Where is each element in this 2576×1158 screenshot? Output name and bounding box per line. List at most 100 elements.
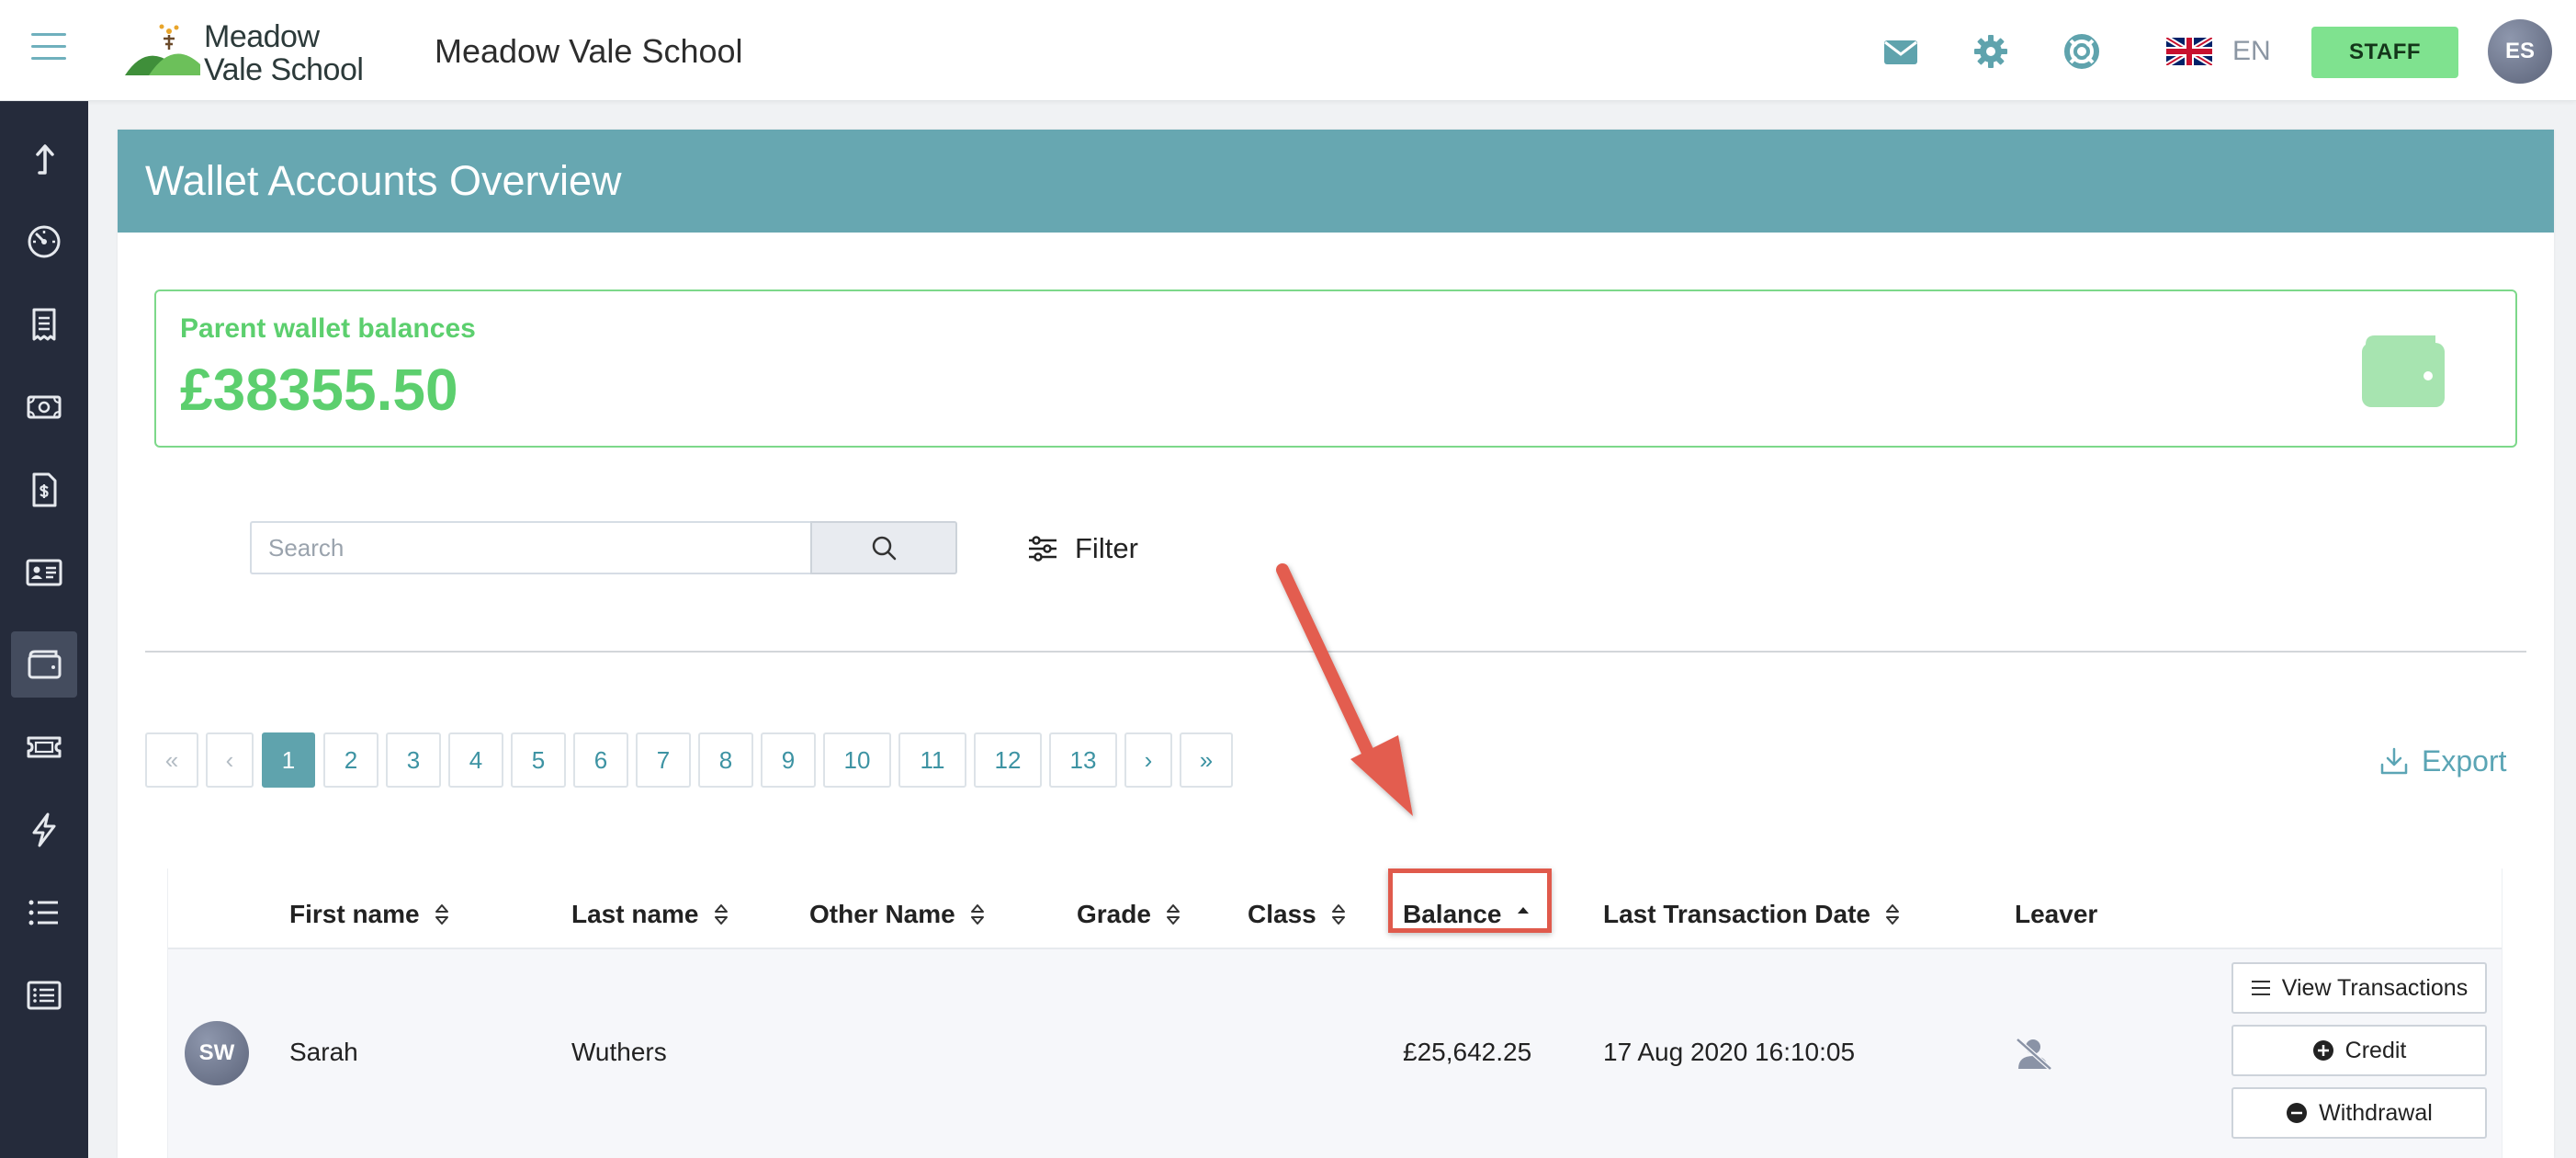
wallet-icon: [28, 650, 62, 679]
column-header-leaver: Leaver: [2015, 896, 2097, 933]
page-button-8[interactable]: 8: [698, 732, 753, 788]
page-button-3[interactable]: 3: [386, 732, 441, 788]
column-label: Last Transaction Date: [1603, 900, 1870, 928]
sidebar-item-invoices[interactable]: [11, 457, 77, 523]
sidebar-item-contacts[interactable]: [11, 539, 77, 606]
school-name: Meadow Vale School: [435, 32, 743, 70]
page-button-13[interactable]: 13: [1049, 732, 1117, 788]
logo-hills-icon: [125, 24, 200, 75]
menu-lines-icon: [2251, 981, 2270, 995]
receipt-icon: [32, 308, 56, 341]
page-button-9[interactable]: 9: [761, 732, 816, 788]
page-title: Wallet Accounts Overview: [145, 157, 622, 204]
detailed-list-icon: [27, 981, 62, 1010]
page-button-6[interactable]: 6: [573, 732, 628, 788]
lightning-icon: [32, 812, 56, 847]
sort-icon: [1331, 904, 1345, 925]
page-button-4[interactable]: 4: [448, 732, 503, 788]
filter-label: Filter: [1075, 532, 1138, 564]
column-header-class[interactable]: Class: [1248, 896, 1346, 933]
credit-button[interactable]: Credit: [2231, 1025, 2487, 1076]
sidebar-item-detailed-list[interactable]: [11, 962, 77, 1028]
staff-button[interactable]: STAFF: [2311, 27, 2458, 78]
invoice-dollar-icon: [32, 472, 57, 507]
sidebar-item-upload[interactable]: [11, 126, 77, 192]
sidebar-item-money[interactable]: [11, 374, 77, 440]
last-name-cell: Wuthers: [571, 1038, 667, 1066]
search-button[interactable]: [810, 521, 957, 574]
column-header-last-transaction-date[interactable]: Last Transaction Date: [1603, 896, 1900, 933]
student-avatar: SW: [185, 1021, 249, 1085]
minus-circle-icon: [2287, 1103, 2308, 1123]
dashboard-gauge-icon: [28, 225, 61, 258]
divider: [145, 651, 2526, 653]
filter-button[interactable]: Filter: [1027, 527, 1138, 571]
sort-icon: [970, 904, 984, 925]
settings-gear-icon[interactable]: [1972, 33, 2009, 70]
ticket-icon: [27, 736, 62, 758]
sort-icon: [435, 904, 448, 925]
user-avatar[interactable]: ES: [2488, 19, 2552, 84]
withdrawal-label: Withdrawal: [2319, 1099, 2433, 1126]
top-bar: Meadow Vale School Meadow Vale School EN…: [0, 0, 2576, 101]
hamburger-menu-icon[interactable]: [31, 33, 66, 61]
table-row: SW Sarah Wuthers £25,642.25 17 Aug 2020 …: [168, 948, 2502, 1158]
column-header-first-name[interactable]: First name: [289, 896, 449, 933]
page-button-12[interactable]: 12: [974, 732, 1042, 788]
column-label: Leaver: [2015, 900, 2098, 928]
view-transactions-label: View Transactions: [2281, 974, 2469, 1001]
sidebar: [0, 101, 88, 1158]
page-prev-button[interactable]: ‹: [206, 732, 254, 788]
logo-text: Meadow Vale School: [204, 19, 364, 87]
page-button-1[interactable]: 1: [262, 732, 315, 788]
filter-sliders-icon: [1029, 536, 1056, 562]
page-first-button[interactable]: «: [145, 732, 198, 788]
page-button-11[interactable]: 11: [898, 732, 966, 788]
balance-value: £38355.50: [180, 357, 458, 423]
sidebar-item-wallet[interactable]: [11, 631, 77, 698]
export-button[interactable]: Export: [2379, 740, 2506, 782]
balance-cell: £25,642.25: [1403, 1038, 1532, 1066]
logo-line-1: Meadow: [204, 19, 320, 54]
mail-icon[interactable]: [1882, 33, 1919, 70]
help-lifebuoy-icon[interactable]: [2063, 33, 2100, 70]
balance-column-highlight: [1388, 868, 1552, 933]
view-transactions-button[interactable]: View Transactions: [2231, 962, 2487, 1014]
logo-line-2: Vale School: [204, 52, 364, 87]
sidebar-item-receipts[interactable]: [11, 291, 77, 358]
page-button-7[interactable]: 7: [636, 732, 691, 788]
parent-balance-card: Parent wallet balances £38355.50: [154, 290, 2517, 448]
sort-icon: [714, 904, 728, 925]
school-logo[interactable]: Meadow Vale School: [125, 18, 364, 87]
export-label: Export: [2422, 744, 2507, 778]
last-transaction-cell: 17 Aug 2020 16:10:05: [1603, 1038, 1856, 1066]
withdrawal-button[interactable]: Withdrawal: [2231, 1087, 2487, 1139]
page-button-10[interactable]: 10: [823, 732, 891, 788]
list-icon: [28, 900, 58, 925]
column-header-last-name[interactable]: Last name: [571, 896, 729, 933]
first-name-cell: Sarah: [289, 1038, 358, 1066]
column-label: First name: [289, 900, 420, 928]
column-header-grade[interactable]: Grade: [1077, 896, 1181, 933]
balance-label: Parent wallet balances: [180, 313, 476, 344]
page-button-2[interactable]: 2: [323, 732, 378, 788]
sidebar-item-list[interactable]: [11, 880, 77, 946]
search-input[interactable]: [250, 521, 810, 574]
uk-flag-icon: [2166, 38, 2212, 65]
sidebar-item-tickets[interactable]: [11, 714, 77, 780]
page-button-5[interactable]: 5: [511, 732, 566, 788]
column-label: Last name: [571, 900, 699, 928]
column-header-other-name[interactable]: Other Name: [809, 896, 985, 933]
panel-header: Wallet Accounts Overview: [118, 130, 2554, 233]
page-next-button[interactable]: ›: [1124, 732, 1172, 788]
column-label: Class: [1248, 900, 1316, 928]
sidebar-item-dashboard[interactable]: [11, 209, 77, 275]
column-label: Other Name: [809, 900, 955, 928]
wallet-accounts-table: First name Last name Other Name Grade Cl…: [167, 868, 2503, 1158]
user-slash-icon: [2016, 1038, 2052, 1071]
language-code: EN: [2232, 36, 2271, 66]
page-last-button[interactable]: »: [1180, 732, 1233, 788]
sidebar-item-quick-actions[interactable]: [11, 797, 77, 863]
wallet-overview-panel: Wallet Accounts Overview Parent wallet b…: [118, 130, 2554, 1158]
language-selector[interactable]: EN: [2166, 33, 2271, 70]
